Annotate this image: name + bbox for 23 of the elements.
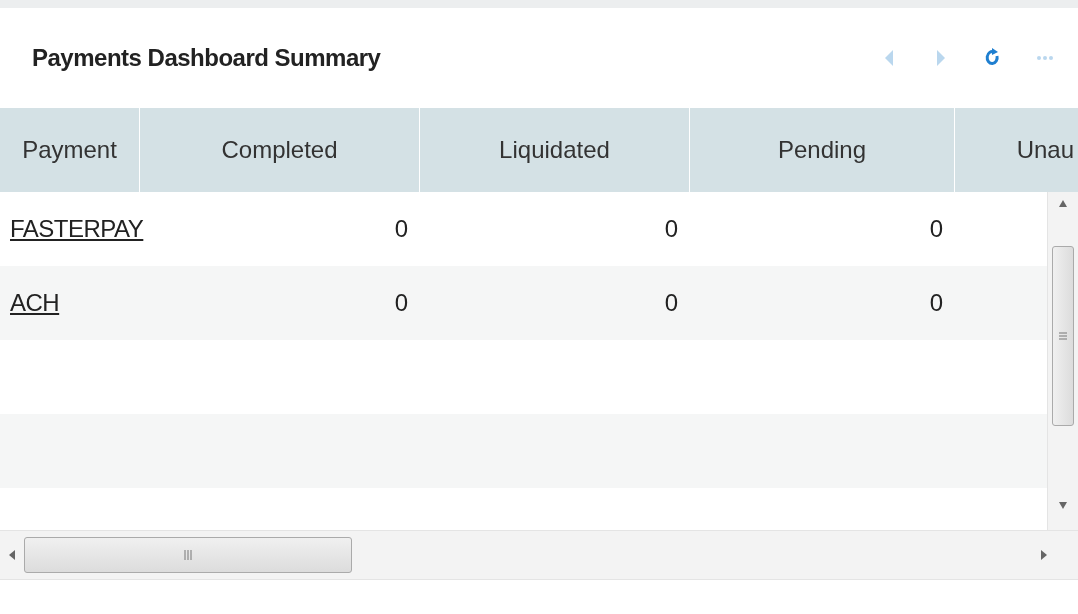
payment-link[interactable]: FASTERPAY (10, 215, 144, 243)
left-arrow-icon (884, 50, 894, 66)
scroll-down-icon[interactable] (1059, 500, 1067, 510)
column-header[interactable]: Unau (955, 108, 1078, 192)
table-cell-text: 0 (393, 214, 409, 244)
vertical-scrollbar[interactable] (1047, 192, 1078, 530)
table-cell-text: 0 (663, 214, 679, 244)
panel-title: Payments Dashboard Summary (32, 44, 382, 72)
scroll-right-icon[interactable] (1040, 550, 1048, 560)
table-cell-text: 0 (928, 214, 944, 244)
table-cell-text: 0 (663, 288, 679, 318)
table-cell-text: 0 (928, 288, 944, 318)
scroll-left-icon[interactable] (8, 550, 16, 560)
payment-link[interactable]: ACH (10, 289, 60, 317)
grip-icon (183, 550, 193, 560)
grip-icon (1059, 331, 1067, 341)
right-arrow-icon (936, 50, 946, 66)
horizontal-scrollbar[interactable] (0, 530, 1078, 580)
scroll-up-icon[interactable] (1059, 199, 1067, 209)
scroll-thumb[interactable] (1052, 246, 1074, 426)
table-cell-text: 0 (393, 288, 409, 318)
more-icon (1036, 55, 1054, 61)
scroll-thumb[interactable] (24, 537, 352, 573)
